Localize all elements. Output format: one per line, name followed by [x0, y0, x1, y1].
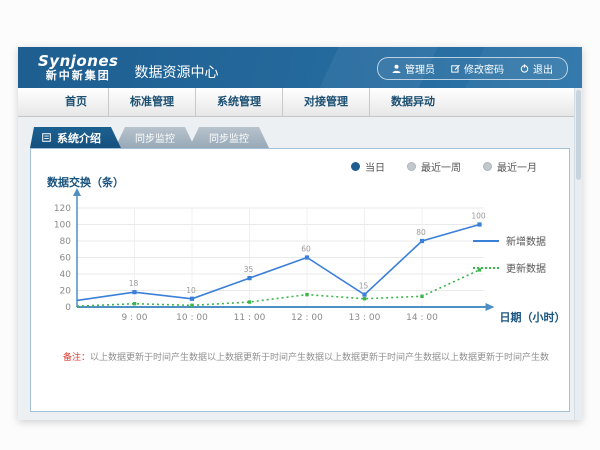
- tab-label: 同步监控: [135, 130, 175, 145]
- svg-text:60: 60: [301, 245, 311, 254]
- user-icon: [392, 64, 401, 73]
- nav-item-home[interactable]: 首页: [44, 88, 108, 116]
- range-option-last-month[interactable]: 最近一月: [483, 159, 537, 174]
- radio-selected-icon: [351, 162, 360, 171]
- vertical-scrollbar[interactable]: [574, 88, 582, 420]
- radio-unselected-icon: [483, 162, 492, 171]
- svg-text:20: 20: [60, 287, 72, 297]
- legend-label: 更新数据: [506, 260, 546, 275]
- range-option-today[interactable]: 当日: [351, 159, 385, 174]
- logout-label: 退出: [533, 61, 553, 76]
- time-range-selector: 当日 最近一周 最近一月: [351, 159, 537, 174]
- svg-text:9 : 00: 9 : 00: [122, 313, 148, 323]
- tab-label: 同步监控: [209, 130, 249, 145]
- nav-item-system-mgmt[interactable]: 系统管理: [195, 88, 282, 116]
- svg-text:10 : 00: 10 : 00: [176, 313, 208, 323]
- logo-secondary: 新中新集团: [38, 70, 119, 82]
- range-option-last-week[interactable]: 最近一周: [407, 159, 461, 174]
- svg-text:日期（小时）: 日期（小时）: [500, 310, 566, 324]
- radio-unselected-icon: [407, 162, 416, 171]
- svg-text:13 : 00: 13 : 00: [349, 313, 381, 323]
- change-password-button[interactable]: 修改密码: [451, 61, 504, 76]
- svg-text:11 : 00: 11 : 00: [234, 313, 266, 323]
- page-title: 数据资源中心: [135, 62, 219, 82]
- change-password-label: 修改密码: [464, 61, 504, 76]
- solid-line-swatch: [473, 240, 499, 242]
- svg-text:14 : 00: 14 : 00: [406, 313, 438, 323]
- chart-legend: 新增数据 更新数据: [473, 233, 551, 287]
- edit-icon: [451, 64, 460, 73]
- legend-label: 新增数据: [506, 233, 546, 248]
- nav-item-standard-mgmt[interactable]: 标准管理: [108, 88, 195, 116]
- svg-text:10: 10: [186, 286, 196, 295]
- svg-text:35: 35: [244, 265, 254, 274]
- main-nav: 首页 标准管理 系统管理 对接管理 数据异动: [18, 88, 582, 117]
- power-icon: [520, 64, 529, 73]
- tab-system-intro[interactable]: 系统介绍: [30, 127, 121, 148]
- legend-item-updated-data: 更新数据: [473, 260, 551, 275]
- svg-text:15: 15: [359, 282, 369, 291]
- tab-bar: 系统介绍 同步监控 同步监控: [30, 127, 570, 148]
- svg-text:60: 60: [60, 254, 72, 264]
- admin-user-button[interactable]: 管理员: [392, 61, 435, 76]
- scrollbar-thumb[interactable]: [576, 90, 581, 180]
- svg-text:80: 80: [60, 237, 72, 247]
- svg-text:18: 18: [129, 279, 139, 288]
- range-label: 最近一月: [497, 159, 537, 174]
- range-label: 最近一周: [421, 159, 461, 174]
- svg-text:80: 80: [416, 228, 426, 237]
- nav-item-data-change[interactable]: 数据异动: [369, 88, 456, 116]
- user-menu: 管理员 修改密码 退出: [377, 57, 568, 80]
- note-prefix: 备注：: [63, 353, 90, 363]
- tab-sync-monitor-2[interactable]: 同步监控: [189, 127, 269, 148]
- tab-sync-monitor-1[interactable]: 同步监控: [115, 127, 195, 148]
- nav-item-interface-mgmt[interactable]: 对接管理: [282, 88, 369, 116]
- range-label: 当日: [365, 159, 385, 174]
- app-header: Synjones 新中新集团 数据资源中心 管理员 修改密码 退出: [18, 47, 582, 88]
- svg-text:120: 120: [54, 204, 71, 214]
- legend-item-new-data: 新增数据: [473, 233, 551, 248]
- svg-text:100: 100: [54, 221, 71, 231]
- footer-note: 备注：以上数据更新于时间产生数据以上数据更新于时间产生数据以上数据更新于时间产生…: [63, 352, 549, 365]
- svg-text:0: 0: [65, 303, 71, 313]
- tab-label: 系统介绍: [57, 130, 101, 146]
- company-logo: Synjones 新中新集团: [38, 53, 119, 82]
- dotted-line-swatch: [473, 267, 499, 269]
- admin-user-label: 管理员: [405, 61, 435, 76]
- svg-text:40: 40: [60, 270, 72, 280]
- content-panel: 当日 最近一周 最近一月 数据交换（条） 0204060801001209 : …: [30, 148, 570, 412]
- logout-button[interactable]: 退出: [520, 61, 553, 76]
- svg-text:100: 100: [471, 212, 486, 221]
- document-icon: [42, 133, 51, 142]
- app-window: Synjones 新中新集团 数据资源中心 管理员 修改密码 退出: [18, 47, 582, 420]
- logo-primary: Synjones: [38, 53, 119, 70]
- svg-text:12 : 00: 12 : 00: [291, 313, 323, 323]
- note-text: 以上数据更新于时间产生数据以上数据更新于时间产生数据以上数据更新于时间产生数据以…: [90, 353, 549, 363]
